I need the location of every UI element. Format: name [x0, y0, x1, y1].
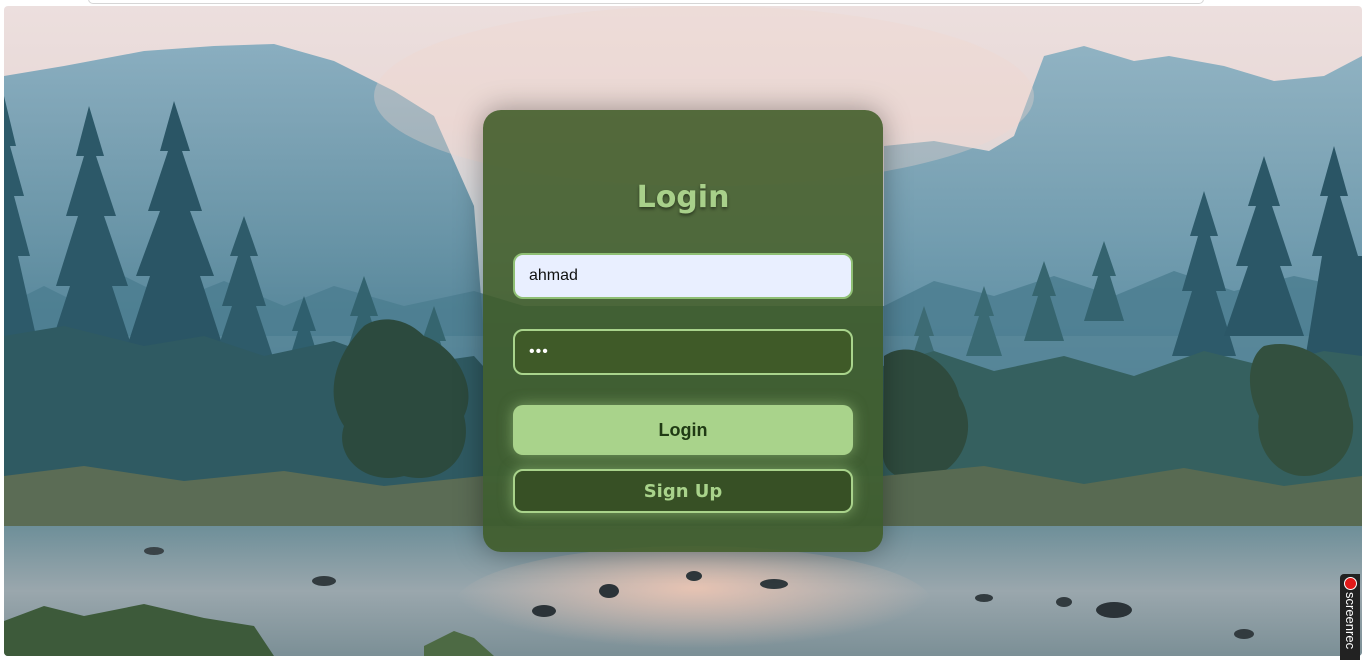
screenrec-label: screenrec — [1343, 592, 1358, 650]
sign-up-button[interactable]: Sign Up — [513, 469, 853, 513]
login-button[interactable]: Login — [513, 405, 853, 455]
browser-address-bar-edge — [88, 0, 1204, 4]
page-viewport: Login Login Sign Up — [4, 6, 1362, 656]
screenrec-badge: screenrec — [1340, 574, 1360, 660]
username-input[interactable] — [513, 253, 853, 299]
password-input[interactable] — [513, 329, 853, 375]
record-icon — [1344, 577, 1357, 590]
login-card: Login Login Sign Up — [483, 110, 883, 552]
login-title: Login — [636, 180, 730, 215]
